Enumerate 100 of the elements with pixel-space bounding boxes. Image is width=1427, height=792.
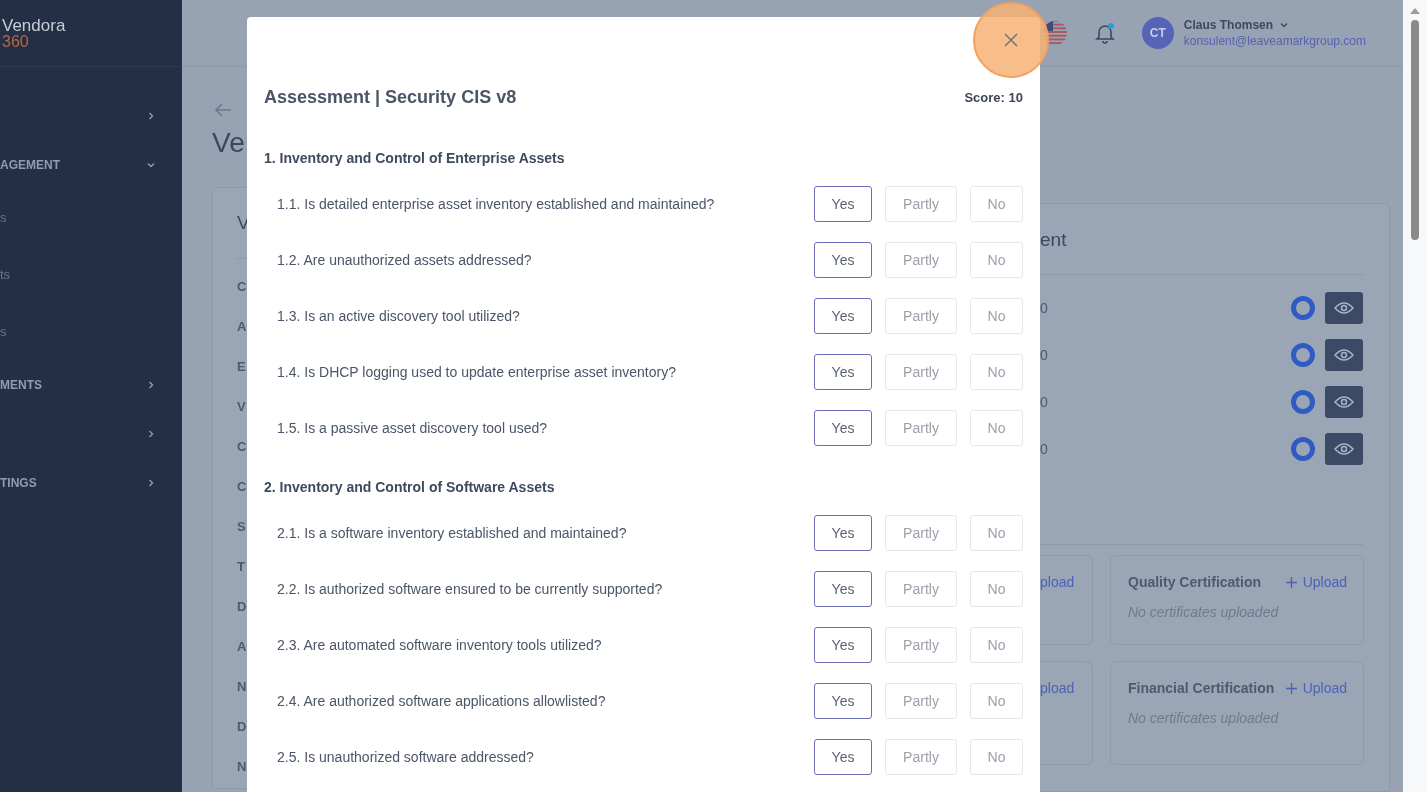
question-text: 1.3. Is an active discovery tool utilized?	[277, 308, 520, 324]
field-label: N	[237, 758, 247, 776]
answer-option[interactable]: No	[970, 627, 1023, 663]
field-label: D	[237, 598, 247, 616]
user-email: konsulent@leaveamarkgroup.com	[1183, 34, 1366, 48]
answer-option[interactable]: Partly	[885, 410, 957, 446]
sidebar-item[interactable]: s	[0, 189, 182, 246]
eye-icon	[1334, 395, 1354, 409]
plus-icon	[1285, 682, 1297, 694]
sidebar-item[interactable]: AGEMENT	[0, 140, 182, 189]
view-button[interactable]	[1325, 292, 1363, 324]
question-text: 1.5. Is a passive asset discovery tool used?	[277, 420, 548, 436]
ring-icon	[1291, 390, 1315, 414]
close-icon	[1004, 33, 1018, 47]
answer-option[interactable]: No	[970, 410, 1023, 446]
question-text: 2.3. Are automated software inventory tools utilized?	[277, 637, 602, 653]
answer-option[interactable]: Yes	[814, 354, 872, 390]
score-value: 0	[1040, 300, 1048, 316]
certificate-title: Financial Certification	[1128, 680, 1275, 696]
field-label: E	[237, 358, 246, 376]
view-button[interactable]	[1325, 386, 1363, 418]
ring-icon	[1291, 296, 1315, 320]
eye-icon	[1334, 442, 1354, 456]
answer-option[interactable]: No	[970, 739, 1023, 775]
answer-option[interactable]: Partly	[885, 739, 957, 775]
field-label: V	[237, 398, 246, 416]
plus-icon	[1285, 576, 1297, 588]
upload-link[interactable]: pload	[1040, 574, 1075, 590]
score-value: 0	[1040, 347, 1048, 363]
question-text: 2.2. Is authorized software ensured to be currently supported?	[277, 581, 663, 597]
field-label: S	[237, 518, 246, 536]
sidebar-item[interactable]: TINGS	[0, 458, 182, 507]
question-text: 2.5. Is unauthorized software addressed?	[277, 749, 534, 765]
section-title: 2. Inventory and Control of Software Assets	[264, 478, 556, 497]
answer-option[interactable]: Partly	[885, 683, 957, 719]
question-text: 2.1. Is a software inventory established and maintained?	[277, 525, 627, 541]
answer-option[interactable]: No	[970, 571, 1023, 607]
field-label: A	[237, 318, 247, 336]
answer-option[interactable]: Yes	[814, 410, 872, 446]
answer-option[interactable]: No	[970, 242, 1023, 278]
upload-link[interactable]: pload	[1040, 680, 1075, 696]
chevron-icon	[146, 428, 156, 439]
answer-option[interactable]: Partly	[885, 515, 957, 551]
field-label: C	[237, 478, 247, 496]
chevron-icon	[146, 477, 156, 488]
score-value: 0	[1040, 394, 1048, 410]
answer-option[interactable]: Partly	[885, 354, 957, 390]
answer-option[interactable]: Yes	[814, 298, 872, 334]
answer-option[interactable]: Yes	[814, 242, 872, 278]
answer-option[interactable]: Partly	[885, 627, 957, 663]
answer-option[interactable]: No	[970, 186, 1023, 222]
question-text: 1.2. Are unauthorized assets addressed?	[277, 252, 532, 268]
field-label: A	[237, 638, 247, 656]
scrollbar-thumb[interactable]	[1411, 20, 1419, 240]
certificate-title: Quality Certification	[1128, 574, 1262, 590]
field-label: D	[237, 718, 247, 736]
user-avatar[interactable]: CT	[1141, 17, 1174, 49]
ring-icon	[1291, 343, 1315, 367]
scrollbar[interactable]	[1403, 0, 1427, 792]
sidebar-item[interactable]: s	[0, 303, 182, 360]
upload-link[interactable]: Upload	[1285, 574, 1347, 590]
ring-icon	[1291, 437, 1315, 461]
answer-option[interactable]: Yes	[814, 627, 872, 663]
sidebar-item[interactable]: ts	[0, 246, 182, 303]
section-title: 1. Inventory and Control of Enterprise Assets	[264, 149, 566, 168]
answer-option[interactable]: Yes	[814, 571, 872, 607]
view-button[interactable]	[1325, 339, 1363, 371]
answer-option[interactable]: No	[970, 683, 1023, 719]
answer-option[interactable]: No	[970, 354, 1023, 390]
answer-option[interactable]: Partly	[885, 186, 957, 222]
bell-icon[interactable]	[1093, 22, 1116, 44]
view-button[interactable]	[1325, 433, 1363, 465]
user-name[interactable]: Claus Thomsen	[1183, 18, 1366, 32]
eye-icon	[1334, 348, 1354, 362]
answer-option[interactable]: Yes	[814, 739, 872, 775]
question-text: 2.4. Are authorized software applications allowlisted?	[277, 693, 606, 709]
field-label: C	[237, 438, 247, 456]
answer-option[interactable]: Partly	[885, 571, 957, 607]
answer-option[interactable]: Yes	[814, 683, 872, 719]
answer-option[interactable]: Yes	[814, 515, 872, 551]
field-label: T	[237, 558, 245, 576]
field-label: C	[237, 278, 247, 296]
sidebar-item[interactable]: MENTS	[0, 360, 182, 409]
eye-icon	[1334, 301, 1354, 315]
chevron-icon[interactable]	[1279, 20, 1290, 30]
field-label: N	[237, 678, 247, 696]
scroll-up-icon[interactable]	[1410, 8, 1420, 14]
answer-option[interactable]: Yes	[814, 186, 872, 222]
answer-option[interactable]: Partly	[885, 242, 957, 278]
answer-option[interactable]: Partly	[885, 298, 957, 334]
answer-option[interactable]: No	[970, 298, 1023, 334]
question-text: 1.4. Is DHCP logging used to update enterprise asset inventory?	[277, 364, 676, 380]
chevron-icon	[146, 379, 156, 390]
upload-link[interactable]: Upload	[1285, 680, 1347, 696]
score-value: 0	[1040, 441, 1048, 457]
chevron-icon	[146, 110, 156, 121]
logo-number: 360	[2, 33, 30, 50]
page-title: Ve	[212, 127, 245, 159]
answer-option[interactable]: No	[970, 515, 1023, 551]
score-label: Score: 10	[964, 89, 1023, 105]
